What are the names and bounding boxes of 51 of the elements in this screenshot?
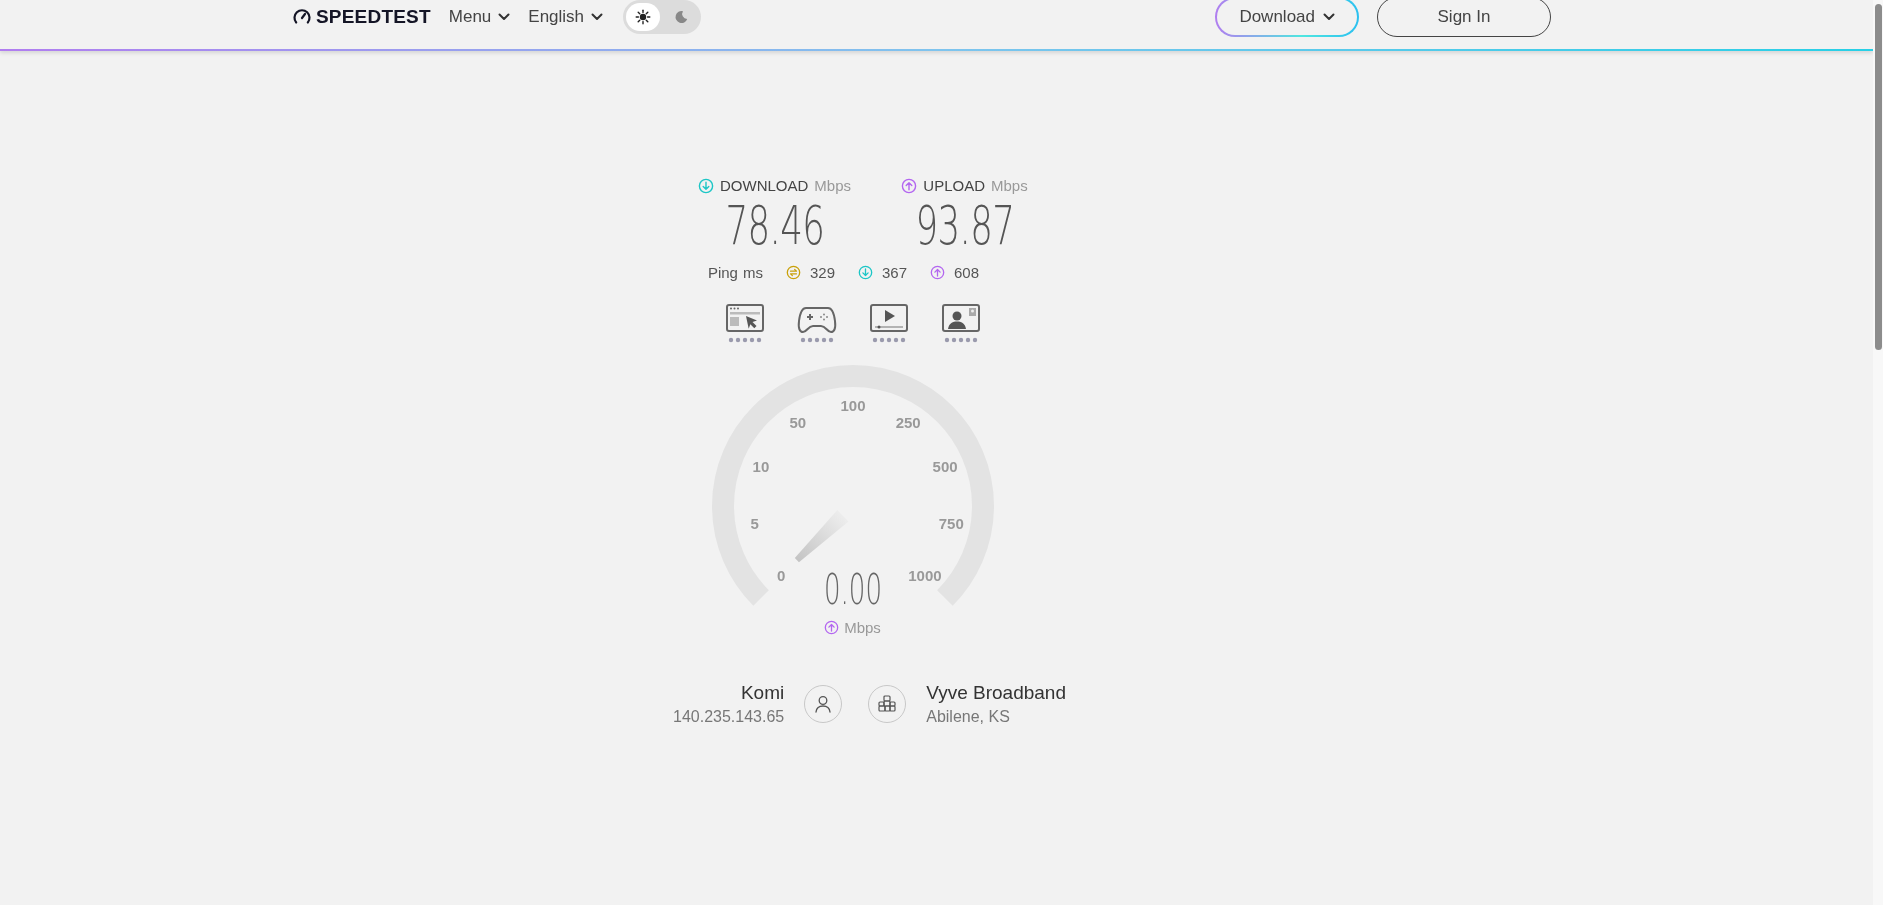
server-name[interactable]: Vyve Broadband	[926, 682, 1066, 704]
ip-address: 140.235.143.65	[673, 708, 785, 726]
gauge-tick-label: 10	[752, 457, 769, 475]
gauge-tick-label: 500	[932, 457, 958, 475]
menu-button[interactable]: Menu	[448, 7, 511, 27]
ping-label: Ping	[707, 264, 738, 281]
result-label: UPLOAD	[923, 177, 985, 194]
gauge-tick-label: 100	[840, 397, 865, 414]
browser-cursor-icon	[724, 303, 765, 333]
scrollbar-thumb[interactable]	[1875, 4, 1882, 350]
ping-value: 608	[954, 264, 980, 281]
gauge-tick-label: 250	[895, 413, 921, 431]
gauge-tick-label: 0	[776, 566, 785, 584]
speed-value: 78.46	[725, 196, 824, 256]
download-button[interactable]: Download	[1215, 0, 1359, 37]
video-call-icon	[940, 303, 981, 333]
person-drawing	[813, 694, 834, 714]
chevron-down-icon	[591, 13, 604, 21]
gauge-needle	[794, 509, 848, 563]
unit-label: Mbps	[991, 177, 1028, 194]
server-stack-drawing	[877, 694, 898, 714]
sun-icon	[635, 9, 652, 25]
gauge-tick-label: 50	[788, 413, 806, 431]
gauge-tick-label: 5	[750, 515, 759, 533]
rating-dots	[943, 337, 978, 343]
ping-value: 329	[809, 264, 835, 281]
logo-text: SPEEDTEST	[316, 6, 431, 28]
unit-label: Mbps	[814, 177, 851, 194]
moon-icon	[673, 9, 690, 25]
language-button[interactable]: English	[528, 7, 604, 27]
speed-value: 93.87	[915, 196, 1014, 256]
unit-label: Mbps	[844, 619, 881, 636]
result-label: DOWNLOAD	[720, 177, 809, 194]
chevron-down-icon	[1323, 13, 1335, 21]
server-location: Abilene, KS	[926, 708, 1011, 726]
scrollbar[interactable]	[1873, 0, 1883, 905]
unit-label: ms	[742, 264, 763, 281]
theme-toggle[interactable]	[623, 0, 702, 34]
rating-dots	[727, 337, 762, 343]
video-player-icon	[868, 303, 909, 333]
chevron-down-icon	[498, 13, 511, 21]
rating-dots	[799, 337, 834, 343]
gauge-tick-label: 750	[938, 515, 964, 533]
client-name: Komi	[740, 682, 785, 704]
rating-dots	[871, 337, 906, 343]
toggle-knob[interactable]	[626, 3, 661, 31]
speed-reading: 0.00	[823, 565, 882, 614]
gauge-logo-icon	[292, 7, 312, 27]
swap-arrows-icon	[785, 265, 801, 280]
gauge-tick-label: 1000	[907, 566, 942, 584]
ping-value: 367	[882, 264, 908, 281]
